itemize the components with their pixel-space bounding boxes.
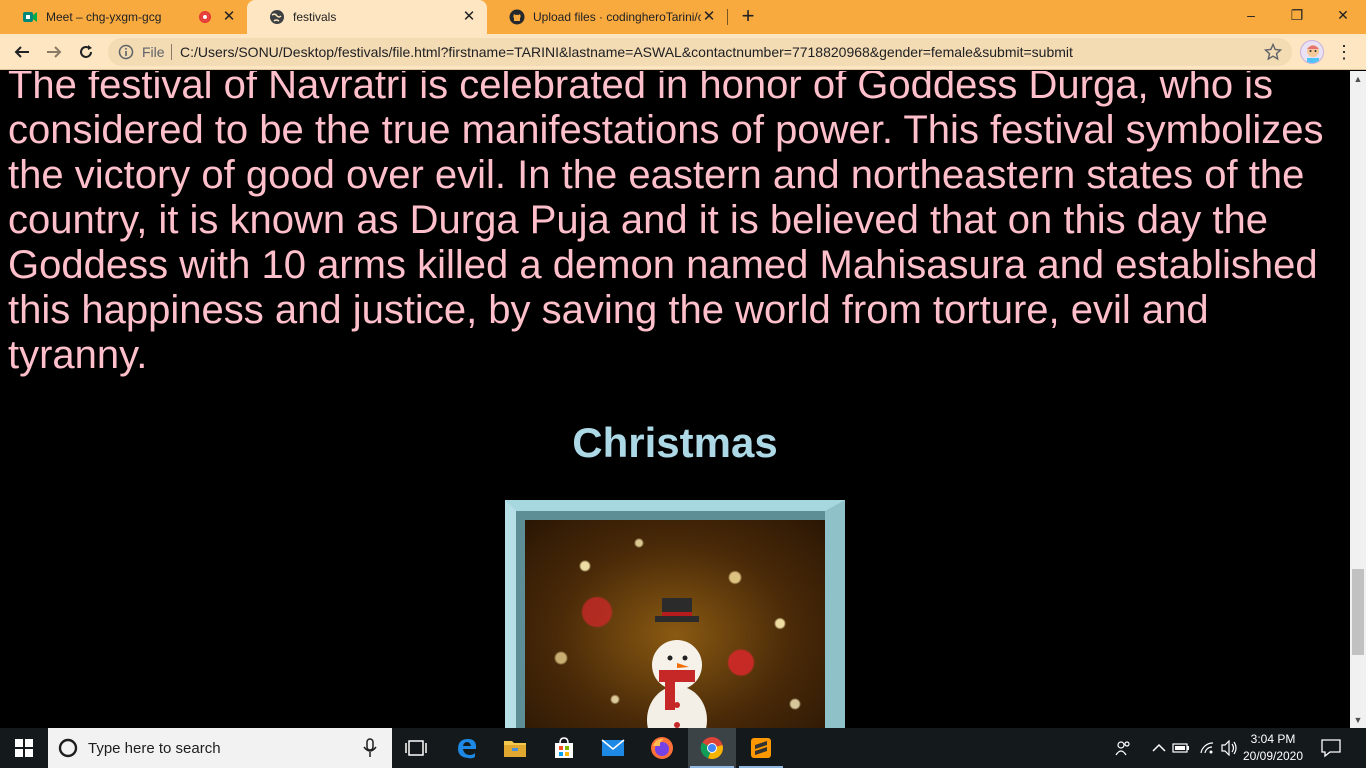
tab-title: Meet – chg-yxgm-gcg (46, 10, 162, 24)
address-bar[interactable]: File C:/Users/SONU/Desktop/festivals/fil… (108, 38, 1292, 66)
arrow-right-icon (47, 46, 62, 58)
clock-date: 20/09/2020 (1242, 749, 1304, 763)
info-icon[interactable] (118, 44, 134, 60)
microphone-icon[interactable] (362, 738, 378, 758)
forward-button[interactable] (42, 40, 66, 64)
snowman-illustration (647, 598, 707, 728)
bookmark-star-icon[interactable] (1264, 43, 1282, 61)
close-tab-icon[interactable]: ✕ (461, 9, 477, 25)
scroll-up-icon[interactable]: ▲ (1350, 71, 1366, 87)
new-tab-button[interactable]: + (737, 5, 759, 27)
tab-github-upload[interactable]: Upload files · codingheroTarini/cs ✕ (487, 0, 727, 34)
scrollbar-thumb[interactable] (1352, 569, 1364, 655)
firefox-icon[interactable] (638, 728, 686, 768)
back-button[interactable] (10, 40, 34, 64)
tab-meet[interactable]: Meet – chg-yxgm-gcg ✕ (0, 0, 247, 34)
section-heading: Christmas (572, 419, 778, 466)
people-icon[interactable] (1114, 739, 1132, 757)
github-icon (509, 9, 525, 25)
tab-strip: Meet – chg-yxgm-gcg ✕ festivals ✕ Upload… (0, 0, 1366, 34)
chrome-icon[interactable] (688, 728, 736, 768)
omnibox-divider (171, 44, 172, 60)
close-window-button[interactable]: ✕ (1320, 0, 1366, 30)
tab-title: festivals (293, 10, 337, 24)
vertical-scrollbar[interactable]: ▲ ▼ (1350, 71, 1366, 728)
recording-icon (199, 11, 211, 23)
action-center-icon[interactable] (1320, 738, 1342, 758)
windows-taskbar: Type here to search 3:04 PM 20/09/2020 (0, 728, 1366, 768)
mail-icon[interactable] (589, 728, 637, 768)
meet-icon (22, 9, 38, 25)
scheme-label: File (142, 44, 165, 60)
maximize-button[interactable]: ❐ (1274, 0, 1320, 30)
page-content: The festival of Navratri is celebrated i… (0, 71, 1350, 728)
scroll-down-icon[interactable]: ▼ (1350, 712, 1366, 728)
file-explorer-icon[interactable] (491, 728, 539, 768)
sublime-text-icon[interactable] (737, 728, 785, 768)
tab-separator (727, 9, 728, 25)
start-button[interactable] (0, 728, 48, 768)
christmas-snowman-image (525, 520, 825, 728)
url-text[interactable]: C:/Users/SONU/Desktop/festivals/file.htm… (180, 44, 1073, 60)
task-view-icon[interactable] (392, 728, 440, 768)
browser-toolbar: File C:/Users/SONU/Desktop/festivals/fil… (0, 34, 1366, 70)
wifi-icon[interactable] (1198, 739, 1216, 757)
cortana-icon (58, 738, 78, 758)
chrome-menu-button[interactable]: ⋮ (1334, 41, 1354, 63)
windows-logo-icon (15, 739, 33, 757)
search-placeholder: Type here to search (88, 740, 221, 757)
taskbar-clock[interactable]: 3:04 PM 20/09/2020 (1240, 731, 1306, 765)
globe-icon (269, 9, 285, 25)
clock-time: 3:04 PM (1250, 732, 1296, 746)
avatar-icon (1307, 45, 1319, 63)
minimize-button[interactable]: – (1228, 0, 1274, 30)
show-hidden-icons-chevron-icon[interactable] (1150, 739, 1168, 757)
battery-icon[interactable] (1172, 739, 1190, 757)
image-frame (505, 500, 845, 728)
reload-button[interactable] (74, 40, 98, 64)
close-tab-icon[interactable]: ✕ (701, 9, 717, 25)
reload-icon (80, 45, 92, 58)
volume-icon[interactable] (1220, 739, 1238, 757)
tab-festivals[interactable]: festivals ✕ (247, 0, 487, 34)
store-icon[interactable] (540, 728, 588, 768)
festival-paragraph: The festival of Navratri is celebrated i… (8, 71, 1324, 377)
taskbar-search-box[interactable]: Type here to search (48, 728, 392, 768)
arrow-left-icon (14, 46, 29, 58)
tab-title: Upload files · codingheroTarini/cs (533, 10, 701, 24)
edge-icon[interactable] (443, 728, 491, 768)
profile-avatar[interactable] (1300, 40, 1324, 64)
close-tab-icon[interactable]: ✕ (221, 9, 237, 25)
